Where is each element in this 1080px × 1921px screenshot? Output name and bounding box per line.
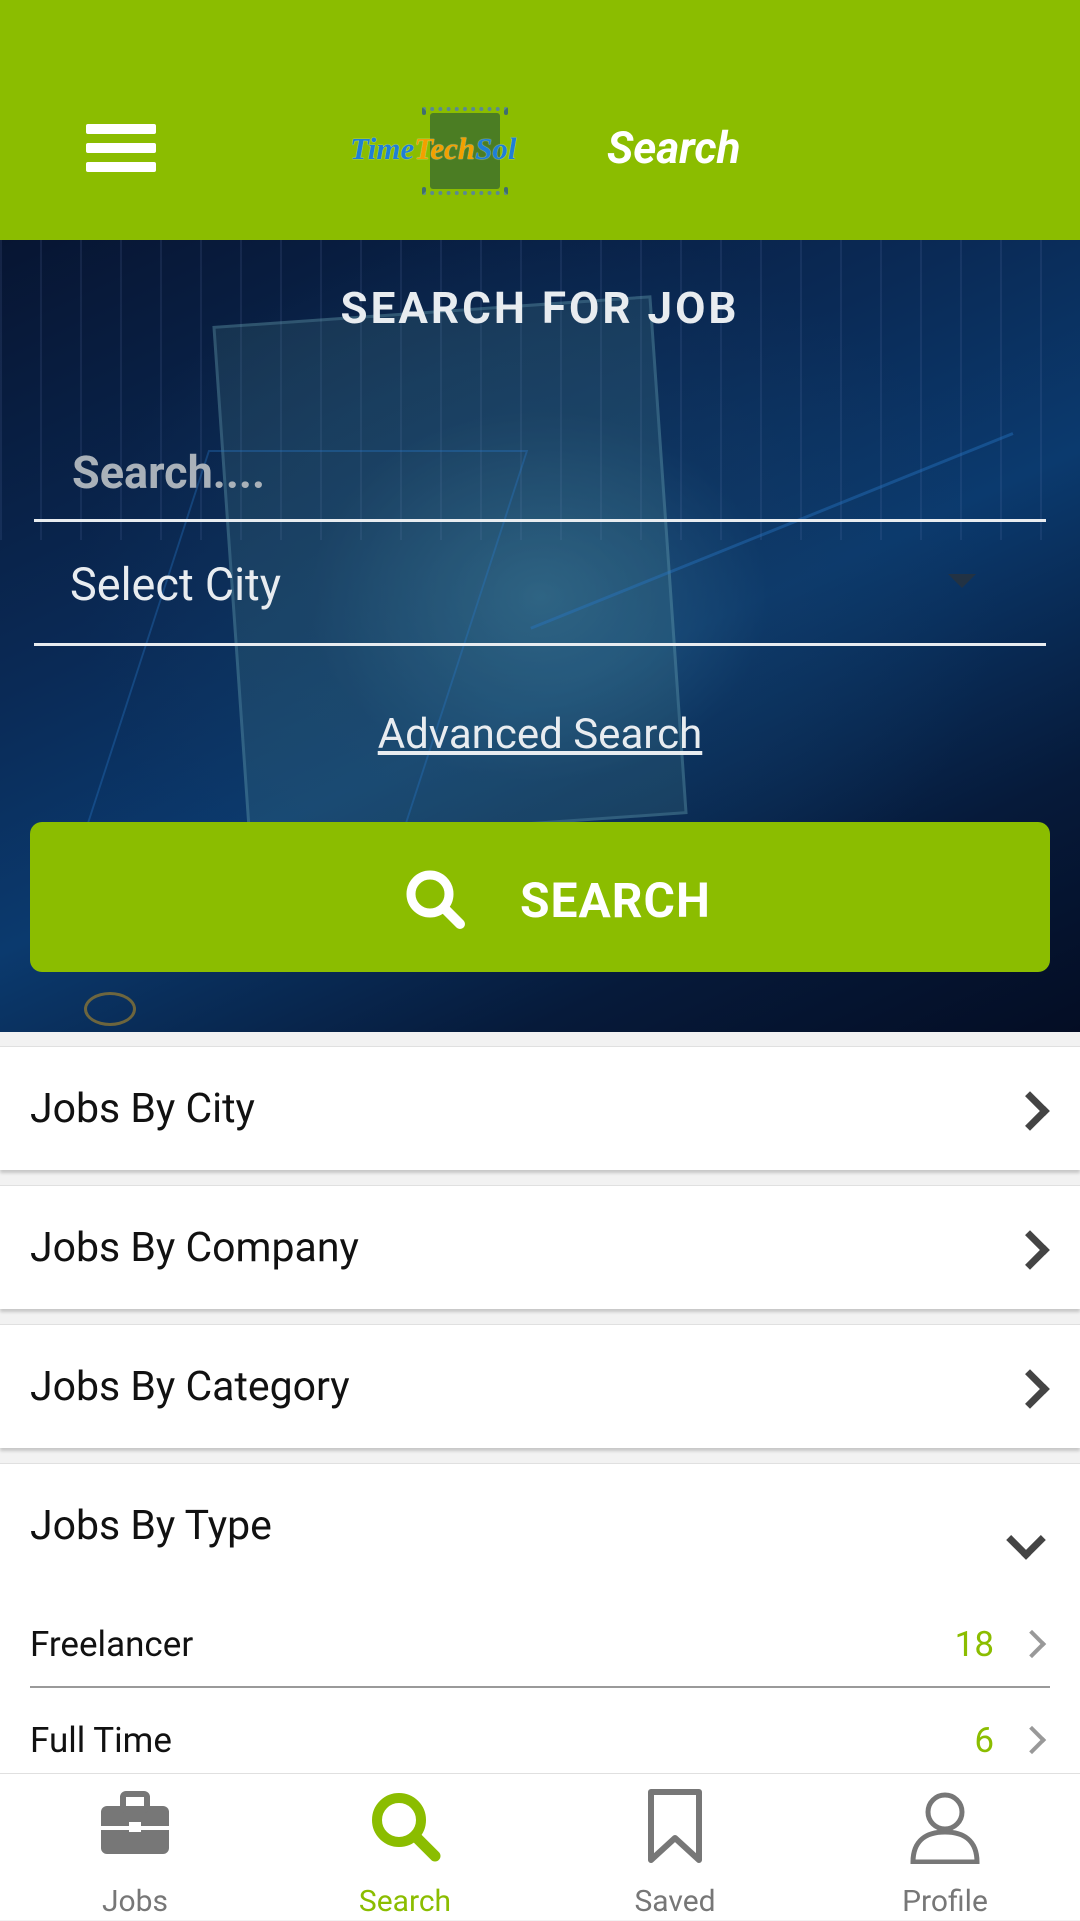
search-icon	[372, 1793, 441, 1862]
jobs-by-type-section[interactable]: Jobs By Type Freelancer 18 Full Time 6	[0, 1463, 1080, 1787]
jobs-by-category-row[interactable]: Jobs By Category	[0, 1324, 1080, 1448]
briefcase-icon	[101, 1791, 169, 1854]
job-type-item[interactable]: Freelancer 18	[30, 1604, 1050, 1688]
search-panel: SEARCH FOR JOB Search.... Select City Ad…	[0, 240, 1080, 1032]
page-title: Search	[607, 122, 741, 174]
tab-jobs[interactable]: Jobs	[0, 1774, 270, 1921]
tab-saved[interactable]: Saved	[540, 1774, 810, 1921]
chevron-right-icon	[1010, 1369, 1050, 1409]
menu-icon[interactable]	[86, 118, 156, 178]
search-button-label: SEARCH	[520, 872, 711, 929]
chevron-right-icon	[1017, 1629, 1047, 1659]
chevron-down-icon	[1006, 1520, 1046, 1560]
search-input[interactable]: Search....	[34, 416, 1046, 522]
chevron-right-icon	[1010, 1091, 1050, 1131]
search-heading: SEARCH FOR JOB	[340, 282, 740, 334]
chevron-right-icon	[1010, 1230, 1050, 1270]
user-icon	[910, 1792, 980, 1864]
jobs-by-company-row[interactable]: Jobs By Company	[0, 1185, 1080, 1309]
logo-text: TimeTechSol	[350, 131, 517, 166]
bookmark-icon	[648, 1789, 702, 1863]
app-header: TimeTechSol Search	[0, 0, 1080, 240]
tab-profile[interactable]: Profile	[810, 1774, 1080, 1921]
city-select[interactable]: Select City	[34, 522, 1046, 646]
chevron-right-icon	[1017, 1725, 1047, 1755]
job-count: 6	[974, 1720, 994, 1761]
search-placeholder: Search....	[72, 446, 266, 499]
job-count: 18	[954, 1624, 994, 1665]
jobs-by-city-row[interactable]: Jobs By City	[0, 1046, 1080, 1170]
job-type-item[interactable]: Full Time 6	[30, 1700, 1050, 1784]
bottom-navigation: Jobs Search Saved Profile	[0, 1773, 1080, 1920]
search-icon	[406, 870, 465, 929]
city-select-label: Select City	[70, 558, 282, 611]
search-button[interactable]: SEARCH	[30, 822, 1050, 972]
dropdown-caret-icon	[948, 574, 976, 588]
tab-search[interactable]: Search	[270, 1774, 540, 1921]
advanced-search-link[interactable]: Advanced Search	[0, 710, 1080, 759]
app-logo: TimeTechSol	[350, 105, 560, 195]
